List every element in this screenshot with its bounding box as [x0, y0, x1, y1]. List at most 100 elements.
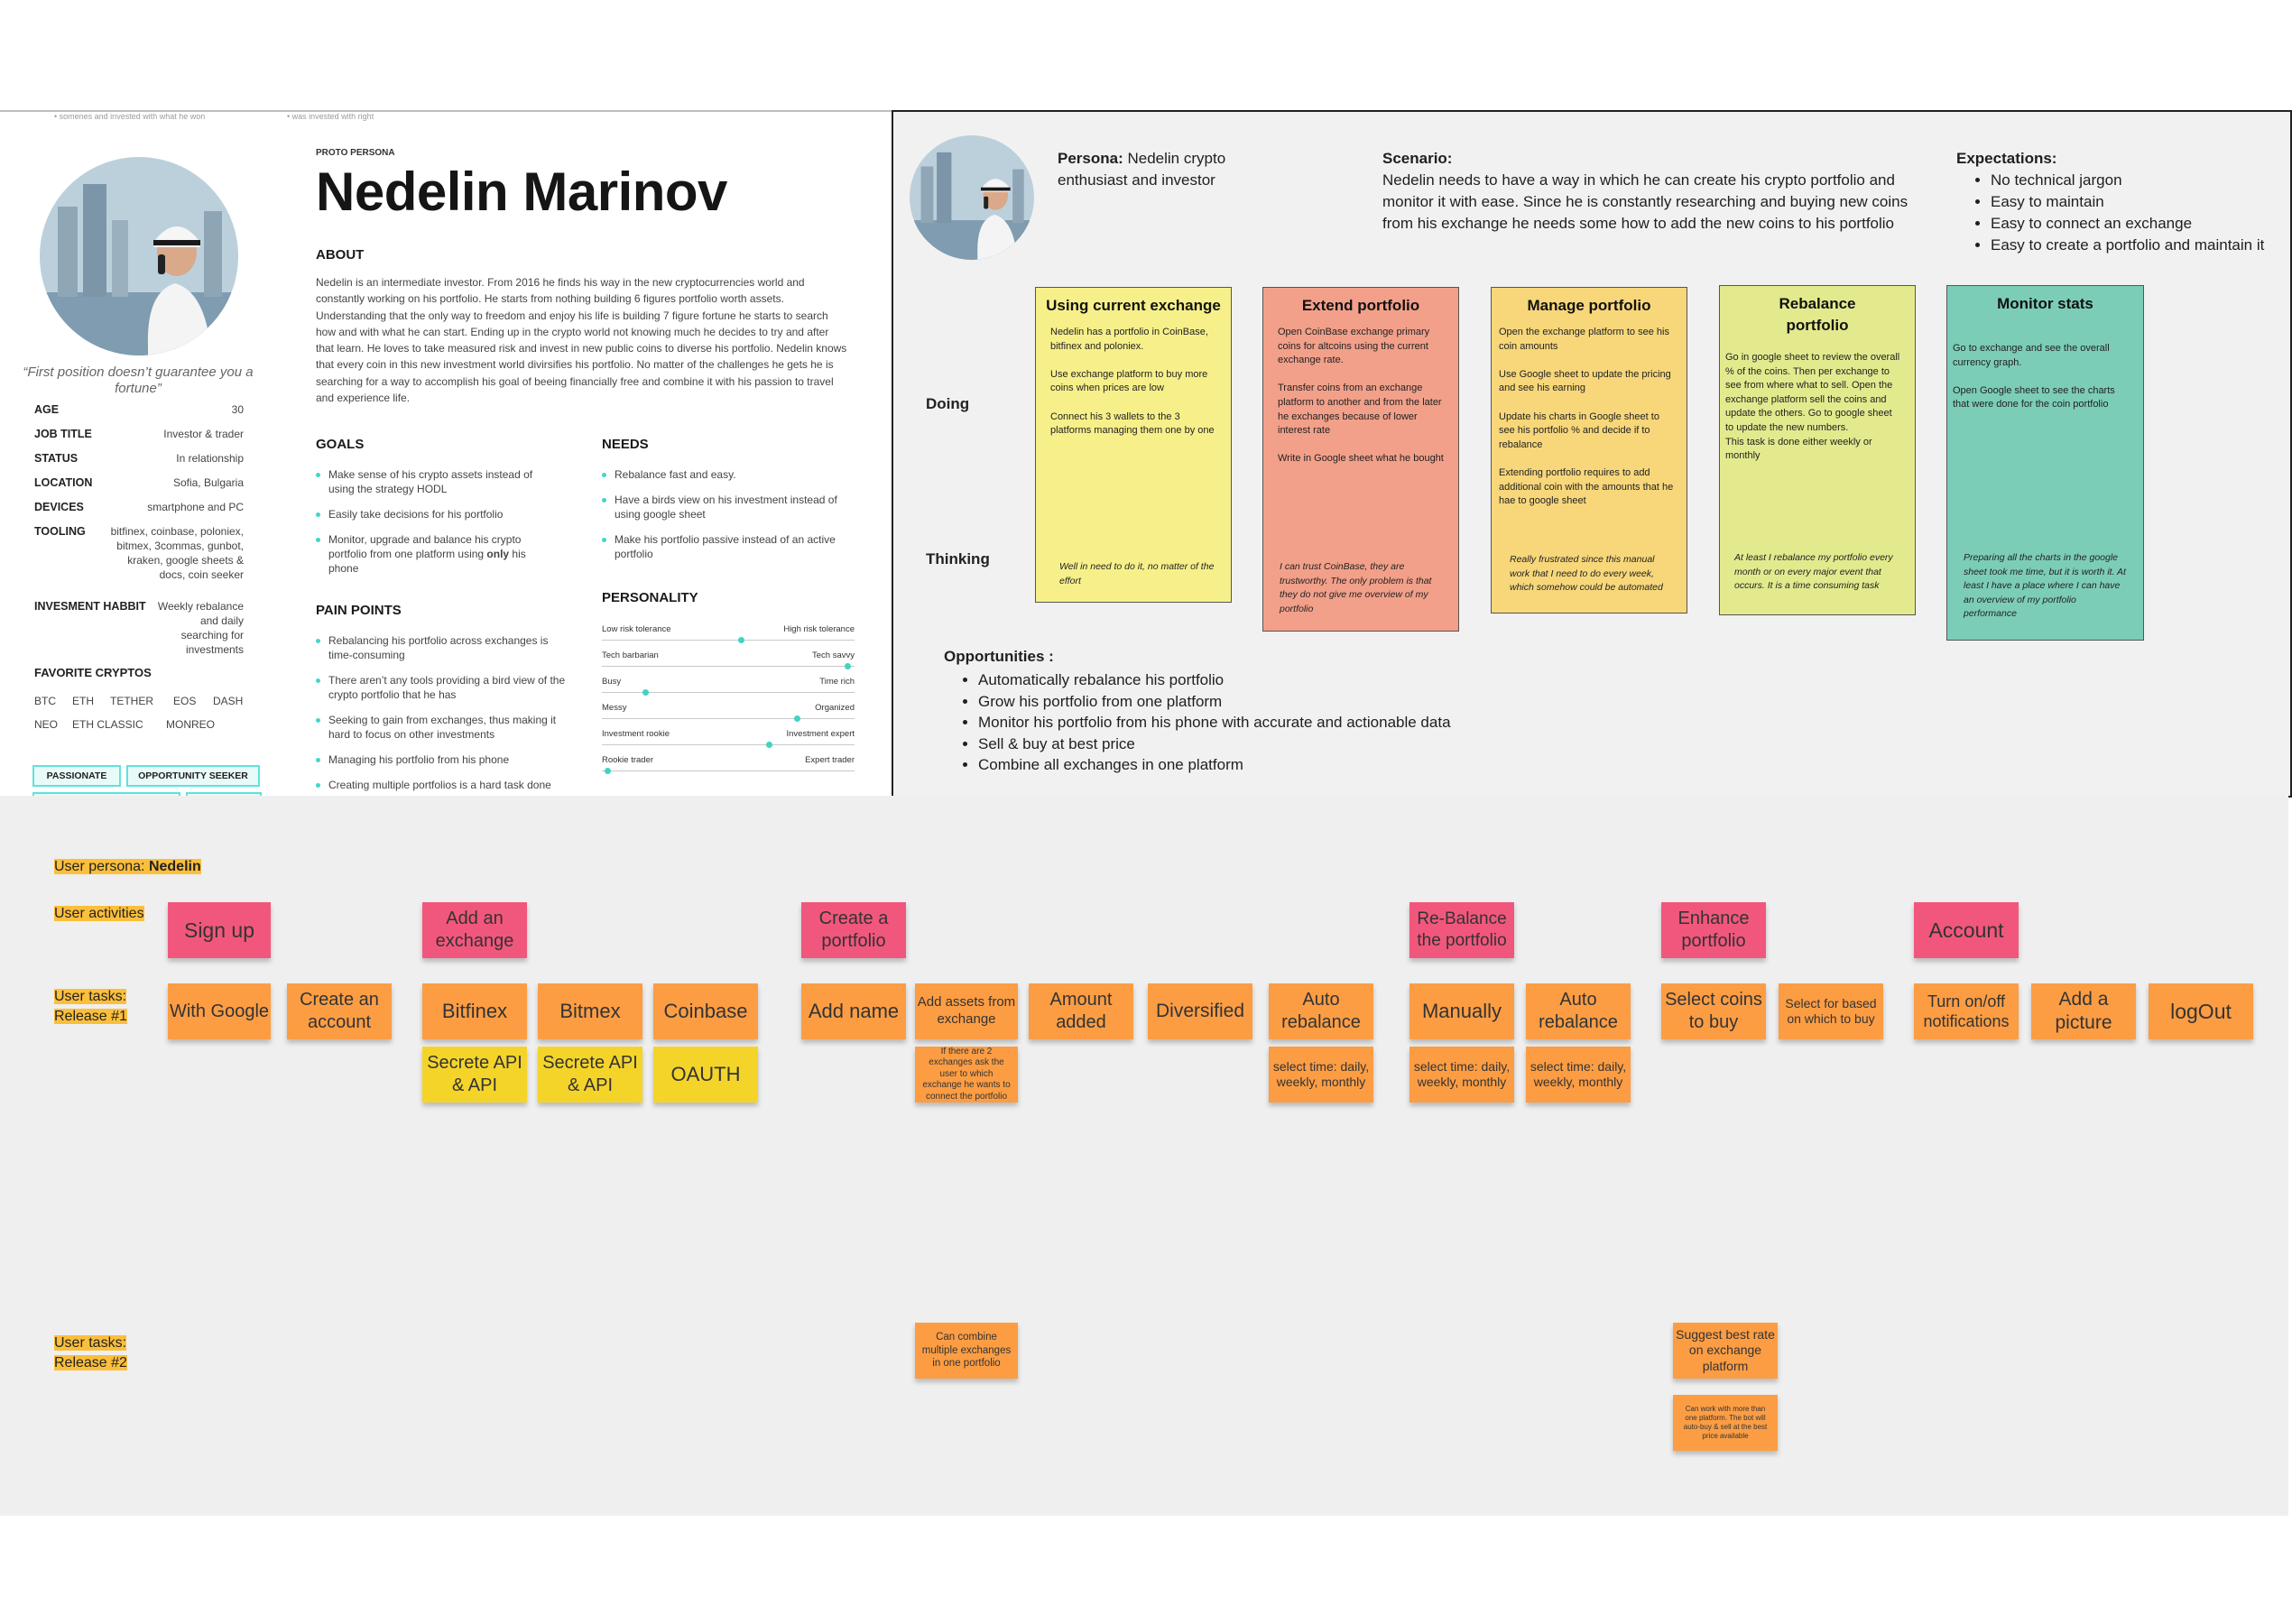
release2-sticky-multi-platform-bot[interactable]: Can work with more than one platform. Th…	[1673, 1395, 1778, 1451]
activity-sticky-enhance-portfolio[interactable]: Enhance portfolio	[1661, 902, 1766, 958]
task-sticky-create-account[interactable]: Create an account	[287, 983, 392, 1039]
proto-persona-label: PROTO PERSONA	[316, 148, 395, 158]
slider-left-label: Busy	[602, 677, 622, 687]
tag-passionate: PASSIONATE	[32, 765, 121, 787]
task-sticky-amount-added[interactable]: Amount added	[1029, 983, 1133, 1039]
journey-card-doing: Nedelin has a portfolio in CoinBase, bit…	[1050, 327, 1215, 437]
slider-left-label: Messy	[602, 703, 627, 713]
task-sticky-select-based[interactable]: Select for based on which to buy	[1779, 983, 1883, 1039]
subtask-sticky-bitmex-api[interactable]: Secrete API & API	[538, 1047, 642, 1103]
user-activities-text: User activities	[54, 906, 144, 921]
expectation-item: Easy to create a portfolio and maintain …	[1991, 235, 2264, 256]
attr-key: LOCATION	[34, 476, 93, 489]
task-sticky-notifications[interactable]: Turn on/off notifications	[1914, 983, 2019, 1039]
task-sticky-logout[interactable]: logOut	[2149, 983, 2253, 1039]
slider-knob	[642, 689, 649, 696]
opportunity-item: Automatically rebalance his portfolio	[978, 669, 1451, 691]
task-sticky-diversified[interactable]: Diversified	[1148, 983, 1252, 1039]
attr-key: INVESMENT HABBIT	[34, 600, 146, 613]
task-sticky-add-picture[interactable]: Add a picture	[2031, 983, 2136, 1039]
attr-value: In relationship	[176, 452, 244, 465]
journey-card-title: Rebalance portfolio	[1779, 295, 1856, 334]
activity-sticky-rebalance-portfolio[interactable]: Re-Balance the portfolio	[1409, 902, 1514, 958]
journey-card-doing: Open CoinBase exchange primary coins for…	[1278, 327, 1444, 465]
task-sticky-auto-rebalance-2[interactable]: Auto rebalance	[1526, 983, 1631, 1039]
opportunities-label: Opportunities :	[944, 648, 1054, 665]
task-sticky-bitfinex[interactable]: Bitfinex	[422, 983, 527, 1039]
slider-left-label: Tech barbarian	[602, 651, 659, 660]
journey-card-title: Monitor stats	[1997, 295, 2093, 312]
journey-card-thinking: At least I rebalance my portfolio every …	[1734, 552, 1893, 592]
slider-knob	[604, 768, 611, 774]
need-item: Have a birds view on his investment inst…	[602, 493, 864, 521]
task-sticky-add-assets[interactable]: Add assets from exchange	[915, 983, 1018, 1039]
attr-value: smartphone and PC	[147, 501, 244, 513]
journey-card-thinking: I can trust CoinBase, they are trustwort…	[1280, 561, 1432, 614]
need-item: Rebalance fast and easy.	[602, 467, 864, 482]
user-activities-label: User activities	[54, 904, 144, 924]
crypto-item: DASH	[213, 695, 244, 707]
user-persona-label: User persona: Nedelin	[54, 857, 201, 877]
subtask-sticky-auto-time[interactable]: select time: daily, weekly, monthly	[1526, 1047, 1631, 1103]
task-sticky-auto-rebalance[interactable]: Auto rebalance	[1269, 983, 1373, 1039]
journey-card-doing: Go to exchange and see the overall curre…	[1953, 343, 2115, 411]
activity-sticky-create-portfolio[interactable]: Create a portfolio	[801, 902, 906, 958]
activity-sticky-sign-up[interactable]: Sign up	[168, 902, 271, 958]
task-sticky-with-google[interactable]: With Google	[168, 983, 271, 1039]
task-sticky-coinbase[interactable]: Coinbase	[653, 983, 758, 1039]
scenario-text: Nedelin needs to have a way in which he …	[1382, 171, 1908, 232]
subtask-sticky-bitfinex-api[interactable]: Secrete API & API	[422, 1047, 527, 1103]
personality-heading: PERSONALITY	[602, 590, 698, 605]
slider-track	[602, 744, 855, 745]
slider-knob	[793, 715, 800, 722]
task-sticky-bitmex[interactable]: Bitmex	[538, 983, 642, 1039]
release-1-line-1: User tasks:	[54, 989, 127, 1004]
expectation-item: Easy to maintain	[1991, 191, 2264, 213]
crypto-item: ETH	[72, 695, 94, 707]
slider-track	[602, 718, 855, 719]
activity-sticky-add-exchange[interactable]: Add an exchange	[422, 902, 527, 958]
journey-card-extend-portfolio: Extend portfolio Open CoinBase exchange …	[1262, 287, 1459, 632]
subtask-sticky-exchange-choice[interactable]: If there are 2 exchanges ask the user to…	[915, 1047, 1018, 1103]
opportunity-item: Sell & buy at best price	[978, 734, 1451, 755]
slider-right-label: Investment expert	[786, 729, 855, 739]
journey-card-using-current-exchange: Using current exchange Nedelin has a por…	[1035, 287, 1232, 603]
journey-card-doing: Go in google sheet to review the overall…	[1725, 352, 1900, 462]
subtask-sticky-auto-rebalance-time[interactable]: select time: daily, weekly, monthly	[1269, 1047, 1373, 1103]
personality-slider: Investment rookie Investment expert	[602, 729, 855, 754]
release2-sticky-combine-exchanges[interactable]: Can combine multiple exchanges in one po…	[915, 1323, 1018, 1379]
journey-card-title: Manage portfolio	[1527, 297, 1651, 314]
journey-card-thinking: Preparing all the charts in the google s…	[1964, 552, 2126, 620]
journey-card-title: Using current exchange	[1046, 297, 1221, 314]
slider-track	[602, 770, 855, 771]
attr-value: Weekly rebalance and daily searching for…	[157, 600, 244, 656]
slider-track	[602, 640, 855, 641]
task-sticky-manually[interactable]: Manually	[1409, 983, 1514, 1039]
crypto-item: MONREO	[166, 718, 215, 731]
persona-avatar	[40, 157, 238, 355]
attr-key: DEVICES	[34, 501, 84, 513]
persona-quote: “First position doesn’t guarantee you a …	[23, 364, 254, 396]
release2-sticky-suggest-rate[interactable]: Suggest best rate on exchange platform	[1673, 1323, 1778, 1379]
pain-item: Rebalancing his portfolio across exchang…	[316, 633, 568, 662]
needs-heading: NEEDS	[602, 437, 649, 452]
pain-item: Creating multiple portfolios is a hard t…	[316, 778, 568, 792]
attr-key: JOB TITLE	[34, 428, 92, 440]
slider-knob	[765, 742, 772, 748]
task-sticky-select-coins[interactable]: Select coins to buy	[1661, 983, 1766, 1039]
attr-value: Investor & trader	[163, 428, 244, 440]
pain-item: There aren’t any tools providing a bird …	[316, 673, 568, 702]
attr-key: TOOLING	[34, 525, 86, 538]
expectations-label: Expectations:	[1956, 150, 2057, 167]
attr-value: bitfinex, coinbase, poloniex, bitmex, 3c…	[110, 525, 244, 581]
crypto-item: ETH CLASSIC	[72, 718, 143, 731]
activity-sticky-account[interactable]: Account	[1914, 902, 2019, 958]
expectation-item: No technical jargon	[1991, 170, 2264, 191]
crypto-item: NEO	[34, 718, 59, 731]
slider-knob	[738, 637, 744, 643]
goals-list: Make sense of his crypto assets instead …	[316, 467, 550, 586]
task-sticky-add-name[interactable]: Add name	[801, 983, 906, 1039]
subtask-sticky-manual-time[interactable]: select time: daily, weekly, monthly	[1409, 1047, 1514, 1103]
pain-points-heading: PAIN POINTS	[316, 603, 402, 618]
subtask-sticky-oauth[interactable]: OAUTH	[653, 1047, 758, 1103]
